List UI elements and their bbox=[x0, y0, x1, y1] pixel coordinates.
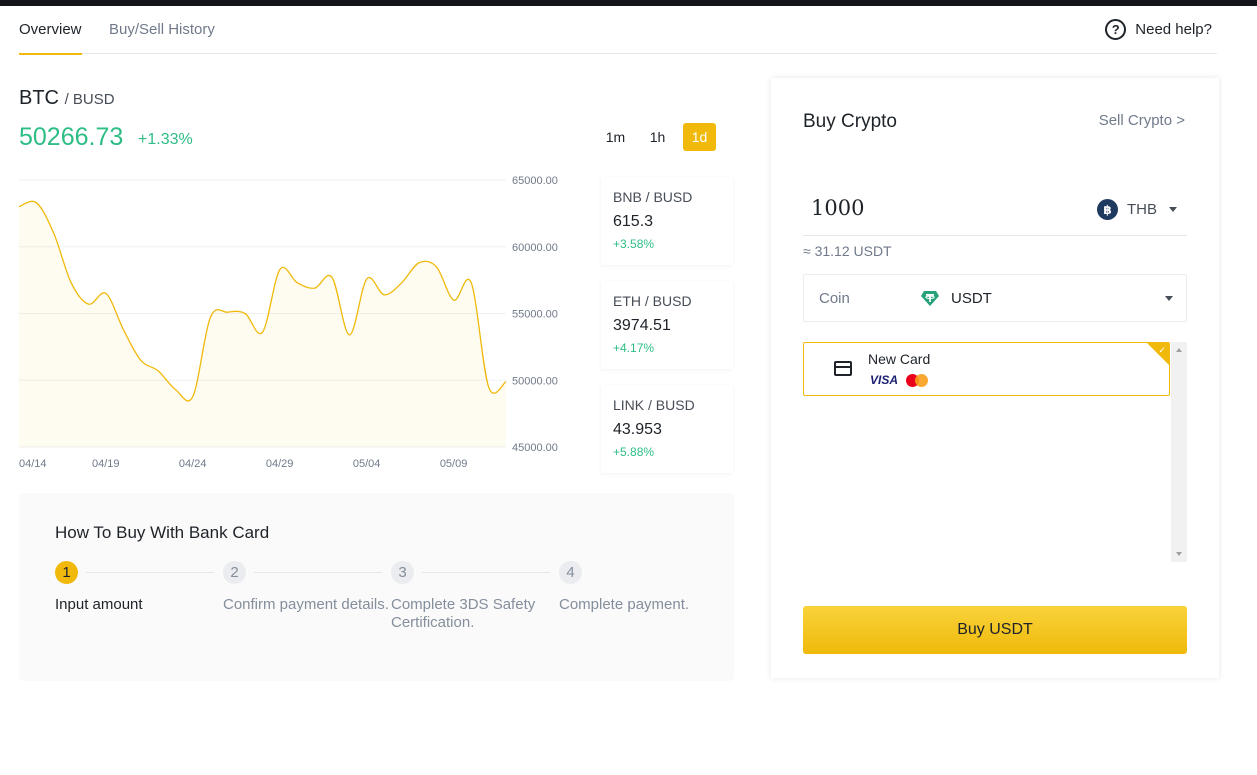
chevron-down-icon bbox=[1165, 296, 1173, 301]
x-tick-label: 04/29 bbox=[266, 458, 294, 470]
chevron-down-icon bbox=[1169, 207, 1177, 212]
ticker-change: +5.88% bbox=[613, 445, 655, 459]
y-tick-label: 60000.00 bbox=[512, 242, 558, 254]
ticker-change: +3.58% bbox=[613, 237, 655, 251]
x-tick-label: 04/19 bbox=[92, 458, 120, 470]
payment-card-list: ✓ New Card VISA bbox=[803, 342, 1187, 562]
coin-label: Coin bbox=[819, 290, 850, 307]
step-text: Complete payment. bbox=[559, 596, 690, 613]
step-1: 1 Input amount bbox=[55, 561, 223, 614]
price-chart[interactable]: 65000.00 60000.00 55000.00 50000.00 45000.00… bbox=[19, 170, 579, 475]
market-price: 50266.73 bbox=[19, 123, 124, 151]
step-text: Complete 3DS Safety Certification. bbox=[391, 596, 536, 631]
how-to-buy-title: How To Buy With Bank Card bbox=[55, 523, 270, 542]
market-pair: BTC / BUSD bbox=[19, 87, 115, 110]
step-4: 4 Complete payment. bbox=[559, 561, 727, 614]
ticker-price: 3974.51 bbox=[613, 317, 671, 334]
fiat-currency-select[interactable]: ฿ THB bbox=[1097, 199, 1177, 220]
scroll-up-icon[interactable] bbox=[1176, 348, 1182, 352]
step-connector bbox=[422, 572, 550, 573]
tab-overview[interactable]: Overview bbox=[19, 21, 82, 55]
step-connector bbox=[254, 572, 382, 573]
amount-input[interactable] bbox=[811, 196, 1071, 220]
need-help-link[interactable]: ? Need help? bbox=[1105, 19, 1212, 40]
ticker-card-eth[interactable]: ETH / BUSD 3974.51 +4.17% bbox=[601, 281, 733, 369]
range-1h-button[interactable]: 1h bbox=[641, 123, 674, 151]
y-tick-label: 50000.00 bbox=[512, 375, 558, 387]
ticker-price: 43.953 bbox=[613, 421, 662, 438]
step-connector bbox=[86, 572, 214, 573]
page-tabs: Overview Buy/Sell History ? Need help? bbox=[19, 6, 1217, 55]
how-to-buy-section: How To Buy With Bank Card 1 Input amount… bbox=[19, 493, 734, 681]
x-tick-label: 05/04 bbox=[353, 458, 381, 470]
amount-row: ฿ THB bbox=[803, 182, 1187, 236]
coin-value: USDT bbox=[920, 288, 992, 308]
ticker-card-link[interactable]: LINK / BUSD 43.953 +5.88% bbox=[601, 385, 733, 473]
range-1d-button[interactable]: 1d bbox=[683, 123, 716, 151]
coin-name: USDT bbox=[951, 289, 992, 307]
sell-crypto-link[interactable]: Sell Crypto > bbox=[1099, 112, 1185, 129]
baht-coin-icon: ฿ bbox=[1097, 199, 1118, 220]
ticker-list: BNB / BUSD 615.3 +3.58% ETH / BUSD 3974.… bbox=[601, 177, 733, 489]
step-number: 1 bbox=[55, 561, 78, 584]
buy-usdt-button[interactable]: Buy USDT bbox=[803, 606, 1187, 654]
price-area-fill bbox=[19, 201, 506, 447]
y-tick-label: 65000.00 bbox=[512, 175, 558, 187]
fiat-currency-label: THB bbox=[1127, 201, 1157, 218]
step-number: 3 bbox=[391, 561, 414, 584]
check-icon: ✓ bbox=[1158, 345, 1166, 355]
visa-logo: VISA bbox=[870, 373, 899, 387]
market-change: +1.33% bbox=[138, 131, 193, 148]
new-card-option[interactable]: ✓ New Card VISA bbox=[803, 342, 1170, 396]
range-1m-button[interactable]: 1m bbox=[599, 123, 632, 151]
y-tick-label: 45000.00 bbox=[512, 442, 558, 454]
ticker-card-bnb[interactable]: BNB / BUSD 615.3 +3.58% bbox=[601, 177, 733, 265]
pair-base: BTC bbox=[19, 87, 59, 109]
card-name: New Card bbox=[868, 351, 931, 367]
y-tick-label: 55000.00 bbox=[512, 309, 558, 321]
scroll-down-icon[interactable] bbox=[1176, 552, 1182, 556]
x-tick-label: 05/09 bbox=[440, 458, 468, 470]
ticker-name: BNB / BUSD bbox=[613, 189, 693, 205]
approx-amount: ≈ 31.12 USDT bbox=[803, 243, 892, 259]
step-number: 4 bbox=[559, 561, 582, 584]
question-circle-icon: ? bbox=[1105, 19, 1127, 40]
credit-card-icon bbox=[834, 361, 852, 376]
coin-select[interactable]: Coin USDT bbox=[803, 274, 1187, 322]
card-list-scrollbar[interactable] bbox=[1171, 342, 1187, 562]
tab-buy-sell-history[interactable]: Buy/Sell History bbox=[109, 21, 215, 38]
step-2: 2 Confirm payment details. bbox=[223, 561, 391, 614]
ticker-name: ETH / BUSD bbox=[613, 293, 692, 309]
ticker-name: LINK / BUSD bbox=[613, 397, 695, 413]
step-number: 2 bbox=[223, 561, 246, 584]
x-tick-label: 04/24 bbox=[179, 458, 207, 470]
tether-icon bbox=[921, 291, 939, 306]
step-text: Input amount bbox=[55, 596, 143, 613]
time-range-selector: 1m 1h 1d bbox=[590, 123, 716, 151]
need-help-label: Need help? bbox=[1135, 21, 1212, 38]
mastercard-logo bbox=[906, 374, 928, 387]
ticker-price: 615.3 bbox=[613, 213, 654, 230]
panel-title: Buy Crypto bbox=[803, 111, 897, 132]
step-text: Confirm payment details. bbox=[223, 596, 389, 613]
step-3: 3 Complete 3DS Safety Certification. bbox=[391, 561, 559, 632]
x-tick-label: 04/14 bbox=[19, 458, 47, 470]
buy-crypto-panel: Buy Crypto Sell Crypto > ฿ THB ≈ 31.12 U… bbox=[771, 78, 1219, 678]
ticker-change: +4.17% bbox=[613, 341, 655, 355]
pair-quote: / BUSD bbox=[64, 91, 115, 108]
